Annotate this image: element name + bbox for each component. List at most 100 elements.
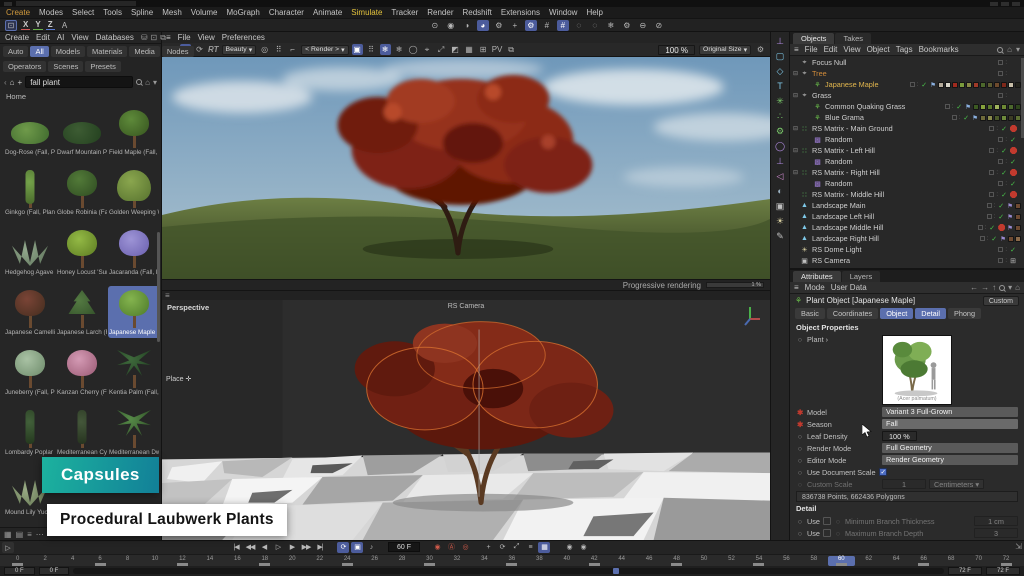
snap-tool-icon[interactable]: A [59,20,71,31]
visibility-dots[interactable]: : [994,214,996,220]
timeline-tick[interactable]: 54 [745,556,772,566]
menu-item[interactable]: Create [6,8,30,17]
timeline-tick[interactable]: 30 [416,556,443,566]
range-start-field[interactable]: 0 F [4,567,35,575]
object-name[interactable]: Landscape Left Hill [812,212,874,221]
object-name[interactable]: Landscape Middle Hill [812,223,883,232]
bend-icon[interactable]: ◁ [777,171,784,181]
record-position-button[interactable]: + [482,542,494,553]
asset-item[interactable]: Honey Locust 'Sunbur... [56,226,108,278]
timeline-tick[interactable]: 64 [883,556,910,562]
up-arrow-icon[interactable]: ↑ [992,283,996,292]
window-controls[interactable] [990,2,1020,6]
timeline-tick[interactable]: 42 [581,556,608,566]
tag-flag-icon[interactable]: ⚑ [1007,224,1013,232]
asset-item[interactable]: Lombardy Poplar (Fall... [4,406,56,458]
material-pen-icon[interactable]: ✎ [776,231,784,241]
layer-square[interactable] [989,192,994,197]
layer-square[interactable] [952,115,957,120]
layer-square[interactable] [998,159,1003,164]
layer-square[interactable] [998,93,1003,98]
field-icon[interactable]: ⚙ [776,126,784,136]
zoom-value[interactable]: 100 % [658,45,695,55]
object-name[interactable]: Japanese Maple [825,80,879,89]
viewport-camera-label[interactable]: RS Camera [448,303,485,310]
asset-item[interactable]: Jacaranda (Fall, Plant) [108,226,160,278]
solo-object-button[interactable]: ◉ [577,542,589,553]
min-branch-thickness-input[interactable]: 1 cm [974,516,1018,526]
season-dropdown[interactable]: Fall [882,419,1018,429]
asset-item[interactable]: Mediterranean Dwarf ... [108,406,160,458]
object-name[interactable]: RS Matrix - Left Hill [812,146,875,155]
material-chips[interactable] [1015,203,1021,209]
layer-square[interactable] [989,126,994,131]
timeline-tick[interactable]: 32 [443,556,470,562]
home-icon[interactable]: ⌂ [10,78,15,87]
object-menu-item[interactable]: Edit [824,45,838,54]
preview-range-track[interactable] [73,568,944,574]
asset-item[interactable]: Kentia Palm (Fall, Plant) [108,346,160,398]
info-icon[interactable]: ≡ [27,530,32,539]
object-row[interactable]: ⚘ Common Quaking Grass : ✓ ⚑ [790,101,1024,112]
timeline-tick[interactable]: 60 [828,556,855,566]
emitter-icon[interactable]: ✳ [776,96,784,106]
enable-check-icon[interactable]: ✓ [997,202,1005,210]
current-frame-field[interactable]: 60 F [388,542,420,552]
rig-gear-icon[interactable]: ⚙ [525,20,537,31]
timeline-tick[interactable]: 38 [526,556,553,562]
object-name[interactable]: Random [825,179,853,188]
asset-item[interactable]: Hedgehog Agave (Fall... [4,226,56,278]
asset-item[interactable]: Ginkgo (Fall, Plant) [4,166,56,218]
menu-item[interactable]: Character [269,8,304,17]
object-name[interactable]: RS Matrix - Right Hill [812,168,880,177]
object-row[interactable]: ⚘ Blue Grama : ✓ ⚑ [790,112,1024,123]
object-row[interactable]: ⊟ ⌖ Grass : [790,90,1024,101]
object-manager-tab[interactable]: Objects [793,33,834,44]
goto-start-button[interactable]: |◀ [230,542,242,553]
timeline-tick[interactable]: 70 [965,556,992,562]
visibility-dots[interactable]: : [1005,258,1007,264]
loop-button[interactable]: ⟳ [337,542,349,553]
object-name[interactable]: Random [825,135,853,144]
camera-icon[interactable]: ▣ [776,201,785,211]
attribute-menu-item[interactable]: User Data [831,283,867,292]
hamburger-icon[interactable]: ≡ [794,283,799,292]
object-row[interactable]: ⊟ ∷ RS Matrix - Right Hill : ✓ [790,167,1024,178]
search-input[interactable]: fall plant [25,76,133,88]
layer-square[interactable] [998,181,1003,186]
asset-item[interactable]: Kanzan Cherry (Fall, Pl... [56,346,108,398]
deformer-icon[interactable]: ⊥ [776,156,784,166]
menu-item[interactable]: MoGraph [226,8,259,17]
timeline-tick[interactable]: 48 [663,556,690,566]
asset-menu-item[interactable]: Edit [36,33,50,42]
expand-icon[interactable]: ⊟ [793,169,800,176]
tag-flag-icon[interactable]: ⚑ [1000,235,1006,243]
compare-icon[interactable]: ◩ [450,44,461,55]
render-settings-gear-icon[interactable]: ⚙ [755,44,766,55]
menu-item[interactable]: Select [72,8,94,17]
render-source-dropdown[interactable]: < Render >▾ [301,45,348,55]
timeline-tick[interactable]: 20 [279,556,306,562]
range-end-marker[interactable]: 72 F [948,567,982,575]
focus-icon[interactable]: ⌖ [422,44,433,55]
menu-item[interactable]: Render [427,8,453,17]
home-icon[interactable]: ⌂ [1007,45,1012,54]
expand-icon[interactable]: ⊟ [793,92,800,99]
attribute-section-tab[interactable]: Object [880,308,913,319]
enable-check-icon[interactable]: ✓ [997,213,1005,221]
forward-arrow-icon[interactable]: → [981,283,989,292]
timeline-tick[interactable]: 6 [86,556,113,566]
asset-item[interactable]: Globe Robinia (Fall, Pl... [56,166,108,218]
asset-menu-item[interactable]: AI [57,33,65,42]
attribute-menu-item[interactable]: Mode [805,283,825,292]
asset-item[interactable]: Field Maple (Fall, Plant) [108,106,160,158]
enable-check-icon[interactable]: ✓ [988,224,996,232]
timeline-tick[interactable]: 46 [635,556,662,562]
environment-icon[interactable]: ◐ [777,186,782,196]
menu-item[interactable]: Simulate [351,8,382,17]
snapshot-icon[interactable]: ❄ [380,44,391,55]
asset-item[interactable]: Japanese Camellia (Fal... [4,286,56,338]
grid-hash-icon[interactable]: # [541,20,553,31]
visibility-dots[interactable]: : [996,126,998,132]
asset-item[interactable]: Dog-Rose (Fall, Plant) [4,106,56,158]
